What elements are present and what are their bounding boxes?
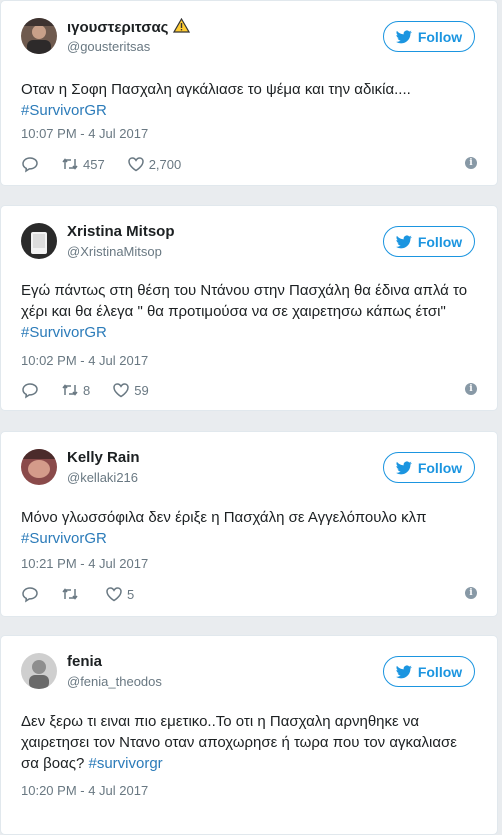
twitter-bird-icon: [395, 235, 412, 248]
retweet-button[interactable]: 457: [61, 155, 105, 173]
follow-button[interactable]: Follow: [383, 452, 475, 483]
like-button[interactable]: 59: [112, 381, 149, 399]
tweet-card: Kelly Rain @kellaki216 Follow Μόνο γλωσσ…: [0, 431, 498, 617]
timestamp[interactable]: 10:21 PM - 4 Jul 2017: [21, 556, 148, 571]
tweet-card: ιγουστεριτσας @gousteritsas Follow Οταν …: [0, 0, 498, 186]
tweet-card: Xristina Mitsop @XristinaMitsop Follow Ε…: [0, 205, 498, 411]
like-count: 5: [127, 586, 135, 602]
user-name[interactable]: ιγουστεριτσας: [67, 17, 190, 36]
like-icon: [113, 383, 129, 398]
like-button[interactable]: 5: [105, 585, 134, 603]
retweet-count: 457: [83, 156, 105, 172]
hashtag-link[interactable]: #SurvivorGR: [21, 324, 107, 341]
reply-button[interactable]: [21, 155, 39, 173]
reply-button[interactable]: [21, 381, 39, 399]
avatar[interactable]: [21, 18, 57, 54]
like-button[interactable]: 2,700: [127, 155, 182, 173]
user-handle[interactable]: @fenia_theodos: [67, 674, 162, 689]
twitter-bird-icon: [395, 461, 412, 474]
user-handle[interactable]: @kellaki216: [67, 470, 138, 485]
hashtag-link[interactable]: #SurvivorGR: [21, 102, 107, 119]
tweet-actions: 8 59 i: [21, 380, 477, 400]
user-name[interactable]: Kelly Rain: [67, 449, 140, 466]
hashtag-link[interactable]: #SurvivorGR: [21, 530, 107, 547]
info-icon[interactable]: i: [465, 587, 477, 599]
tweet-text: Δεν ξερω τι ειναι πιο εμετικο..Το οτι η …: [21, 713, 457, 772]
user-handle[interactable]: @XristinaMitsop: [67, 244, 162, 259]
timestamp[interactable]: 10:20 PM - 4 Jul 2017: [21, 783, 148, 798]
retweet-icon: [62, 588, 78, 600]
like-count: 59: [134, 382, 149, 398]
retweet-icon: [62, 158, 78, 170]
reply-icon: [22, 157, 38, 173]
user-name[interactable]: fenia: [67, 653, 102, 670]
tweet-actions: 5 i: [21, 584, 477, 604]
twitter-bird-icon: [395, 665, 412, 678]
twitter-bird-icon: [395, 30, 412, 43]
tweet-text: Εγώ πάντως στη θέση του Ντάνου στην Πασχ…: [21, 282, 468, 341]
like-count: 2,700: [148, 156, 182, 172]
like-icon: [106, 587, 122, 602]
retweet-count: 8: [83, 382, 91, 398]
reply-button[interactable]: [21, 585, 39, 603]
avatar[interactable]: [21, 223, 57, 259]
tweet-card: fenia @fenia_theodos Follow Δεν ξερω τι …: [0, 635, 498, 835]
warning-icon: [172, 17, 190, 33]
follow-button[interactable]: Follow: [383, 656, 475, 687]
tweet-text: Οταν η Σοφη Πασχαλη αγκάλιασε το ψέμα κα…: [21, 81, 411, 119]
hashtag-link[interactable]: #survivorgr: [88, 755, 162, 772]
retweet-icon: [62, 384, 78, 396]
avatar[interactable]: [21, 653, 57, 689]
follow-button[interactable]: Follow: [383, 21, 475, 52]
tweet-text: Μόνο γλωσσόφιλα δεν έριξε η Πασχάλη σε Α…: [21, 509, 427, 547]
reply-icon: [22, 587, 38, 603]
timestamp[interactable]: 10:07 PM - 4 Jul 2017: [21, 126, 148, 141]
follow-button[interactable]: Follow: [383, 226, 475, 257]
retweet-button[interactable]: [61, 585, 83, 603]
like-icon: [127, 157, 144, 172]
user-handle[interactable]: @gousteritsas: [67, 39, 150, 54]
info-icon[interactable]: i: [465, 157, 477, 169]
timestamp[interactable]: 10:02 PM - 4 Jul 2017: [21, 353, 148, 368]
avatar[interactable]: [21, 449, 57, 485]
retweet-button[interactable]: 8: [61, 381, 90, 399]
user-name[interactable]: Xristina Mitsop: [67, 223, 175, 240]
reply-icon: [22, 383, 38, 399]
info-icon[interactable]: i: [465, 383, 477, 395]
tweet-actions: 457 2,700 i: [21, 154, 477, 174]
